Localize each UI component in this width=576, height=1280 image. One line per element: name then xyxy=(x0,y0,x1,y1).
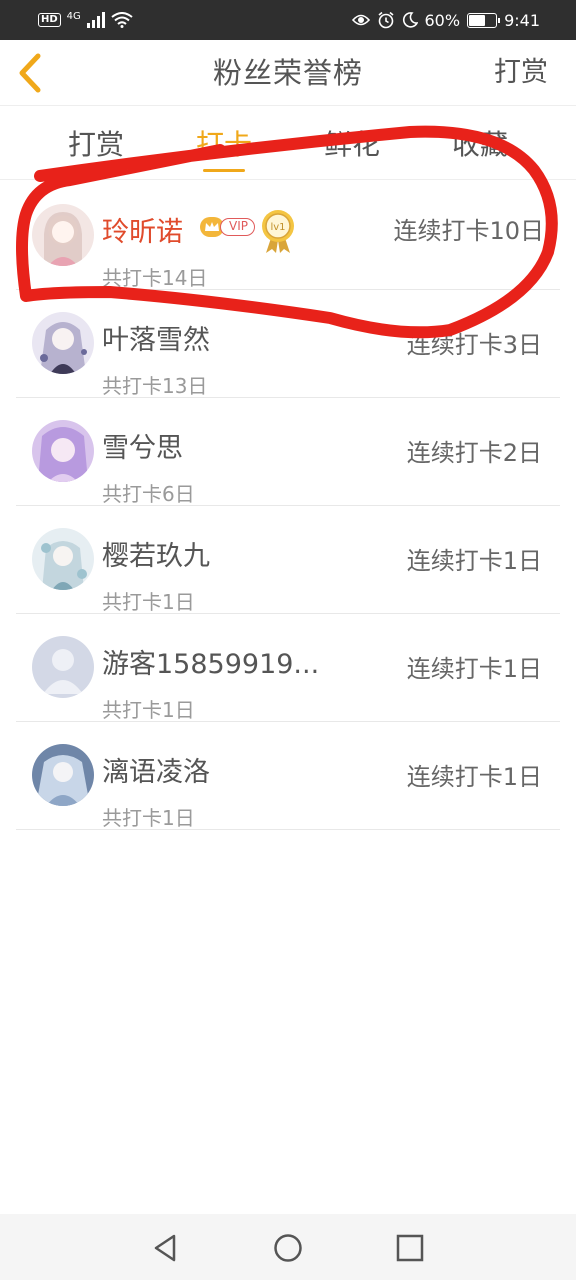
network-type: 4G xyxy=(66,10,81,22)
level-medal-icon: lv1 xyxy=(260,208,296,254)
page-title: 粉丝荣誉榜 xyxy=(212,56,363,90)
active-tab-indicator xyxy=(203,169,245,172)
list-item[interactable]: 叶落雪然 共打卡13日 连续打卡3日 xyxy=(16,290,560,398)
total-checkins: 共打卡1日 xyxy=(102,698,195,722)
avatar[interactable] xyxy=(32,744,94,806)
avatar[interactable] xyxy=(32,528,94,590)
tab-label: 打卡 xyxy=(195,128,252,161)
vip-label: VIP xyxy=(220,218,255,236)
fan-name: 雪兮思 xyxy=(102,433,183,464)
clock: 9:41 xyxy=(504,10,540,30)
list-item[interactable]: 玲昕诺 VIP lv1 共打卡14日 连续打卡10日 xyxy=(16,182,560,290)
tab-label: 鲜花 xyxy=(323,128,380,161)
tab-checkin[interactable]: 打卡 xyxy=(164,107,284,180)
total-checkins: 共打卡1日 xyxy=(102,806,195,830)
status-bar: HD 4G 60% 9:41 xyxy=(0,0,576,40)
nav-back-button[interactable] xyxy=(146,1228,186,1268)
tip-button[interactable]: 打赏 xyxy=(494,40,548,106)
square-recent-icon xyxy=(396,1234,424,1262)
nav-recent-button[interactable] xyxy=(390,1228,430,1268)
fan-name: 游客15859919... xyxy=(102,649,320,680)
signal-icon xyxy=(86,12,105,28)
tab-tip[interactable]: 打赏 xyxy=(36,107,156,180)
battery-percent: 60% xyxy=(424,10,461,30)
fan-name: 漓语凌洛 xyxy=(102,757,210,788)
total-checkins: 共打卡14日 xyxy=(102,266,208,290)
streak-days: 连续打卡1日 xyxy=(406,655,542,683)
fan-list: 玲昕诺 VIP lv1 共打卡14日 连续打卡10日 叶落雪然 共打卡13日 连… xyxy=(16,182,560,830)
default-avatar-icon xyxy=(32,636,94,698)
level-label: lv1 xyxy=(270,222,285,233)
status-right: 60% 9:41 xyxy=(351,9,540,31)
total-checkins: 共打卡6日 xyxy=(102,482,195,506)
alarm-icon xyxy=(377,11,394,29)
tab-label: 收藏 xyxy=(451,128,508,161)
streak-days: 连续打卡1日 xyxy=(406,763,542,791)
streak-days: 连续打卡1日 xyxy=(406,547,542,575)
total-checkins: 共打卡13日 xyxy=(102,374,208,398)
streak-days: 连续打卡3日 xyxy=(406,331,542,359)
list-item[interactable]: 雪兮思 共打卡6日 连续打卡2日 xyxy=(16,398,560,506)
vip-badge: VIP xyxy=(200,216,255,238)
tab-favorites[interactable]: 收藏 xyxy=(420,107,540,180)
wifi-icon xyxy=(111,12,133,28)
eye-icon xyxy=(351,14,370,26)
streak-days: 连续打卡2日 xyxy=(406,439,542,467)
avatar[interactable] xyxy=(32,636,94,698)
streak-days: 连续打卡10日 xyxy=(393,217,544,245)
status-left: HD 4G xyxy=(38,9,133,31)
tab-bar: 打赏 打卡 鲜花 收藏 xyxy=(0,107,576,180)
fan-name: 叶落雪然 xyxy=(102,325,210,356)
app-header: 粉丝荣誉榜 打赏 xyxy=(0,40,576,106)
circle-home-icon xyxy=(274,1234,302,1262)
nav-home-button[interactable] xyxy=(268,1228,308,1268)
triangle-back-icon xyxy=(154,1234,176,1262)
tab-flowers[interactable]: 鲜花 xyxy=(292,107,412,180)
avatar[interactable] xyxy=(32,204,94,266)
fan-name: 玲昕诺 xyxy=(102,217,183,248)
hd-indicator: HD xyxy=(38,13,61,27)
list-item[interactable]: 游客15859919... 共打卡1日 连续打卡1日 xyxy=(16,614,560,722)
fan-name: 樱若玖九 xyxy=(102,541,210,572)
list-item[interactable]: 樱若玖九 共打卡1日 连续打卡1日 xyxy=(16,506,560,614)
tab-label: 打赏 xyxy=(67,128,124,161)
moon-icon xyxy=(402,12,418,28)
avatar[interactable] xyxy=(32,312,94,374)
battery-icon xyxy=(467,12,501,28)
total-checkins: 共打卡1日 xyxy=(102,590,195,614)
avatar[interactable] xyxy=(32,420,94,482)
list-item[interactable]: 漓语凌洛 共打卡1日 连续打卡1日 xyxy=(16,722,560,830)
system-nav-bar xyxy=(0,1214,576,1280)
